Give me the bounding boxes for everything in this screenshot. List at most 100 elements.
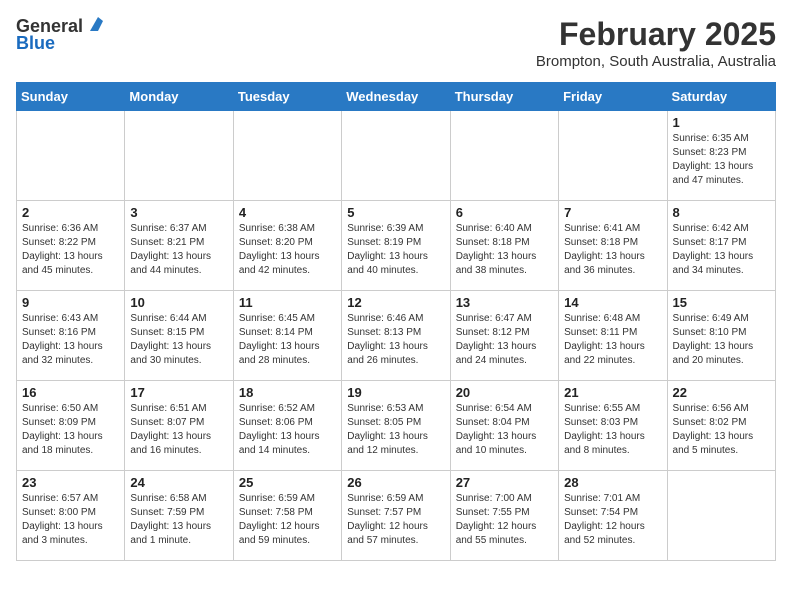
table-row: 24Sunrise: 6:58 AM Sunset: 7:59 PM Dayli… — [125, 471, 233, 561]
day-number: 20 — [456, 385, 553, 400]
table-row: 1 Sunrise: 6:35 AM Sunset: 8:23 PM Daylig… — [667, 111, 775, 201]
day-number: 6 — [456, 205, 553, 220]
day-info: Sunrise: 7:01 AM Sunset: 7:54 PM Dayligh… — [564, 492, 661, 548]
day-number: 27 — [456, 475, 553, 490]
calendar-week-row: 16 Sunrise: 6:50 AM Sunset: 8:09 PM Dayli… — [17, 381, 776, 471]
day-number: 10 — [130, 295, 227, 310]
day-info: Sunrise: 6:37 AM Sunset: 8:21 PM Dayligh… — [130, 222, 227, 278]
table-row: 6 Sunrise: 6:40 AM Sunset: 8:18 PM Daylig… — [450, 201, 558, 291]
table-row — [17, 111, 125, 201]
table-row — [342, 111, 450, 201]
day-number: 21 — [564, 385, 661, 400]
day-number: 25 — [239, 475, 336, 490]
table-row: 2 Sunrise: 6:36 AM Sunset: 8:22 PM Daylig… — [17, 201, 125, 291]
col-thursday: Thursday — [450, 83, 558, 111]
logo: General Blue — [16, 16, 103, 54]
day-number: 17 — [130, 385, 227, 400]
table-row: 15 Sunrise: 6:49 AM Sunset: 8:10 PM Dayli… — [667, 291, 775, 381]
table-row: 16 Sunrise: 6:50 AM Sunset: 8:09 PM Dayli… — [17, 381, 125, 471]
table-row: 19Sunrise: 6:53 AM Sunset: 8:05 PM Dayli… — [342, 381, 450, 471]
table-row: 12Sunrise: 6:46 AM Sunset: 8:13 PM Dayli… — [342, 291, 450, 381]
month-title: February 2025 — [536, 16, 776, 53]
day-number: 8 — [673, 205, 770, 220]
col-sunday: Sunday — [17, 83, 125, 111]
day-info: Sunrise: 6:59 AM Sunset: 7:57 PM Dayligh… — [347, 492, 444, 548]
table-row: 18 Sunrise: 6:52 AM Sunset: 8:06 PM Dayli… — [233, 381, 341, 471]
table-row: 5 Sunrise: 6:39 AM Sunset: 8:19 PM Daylig… — [342, 201, 450, 291]
day-number: 16 — [22, 385, 119, 400]
day-number: 9 — [22, 295, 119, 310]
table-row: 28 Sunrise: 7:01 AM Sunset: 7:54 PM Dayli… — [559, 471, 667, 561]
day-info: Sunrise: 6:57 AM Sunset: 8:00 PM Dayligh… — [22, 492, 119, 548]
day-info: Sunrise: 6:47 AM Sunset: 8:12 PM Dayligh… — [456, 312, 553, 368]
day-info: Sunrise: 6:45 AM Sunset: 8:14 PM Dayligh… — [239, 312, 336, 368]
table-row: 7 Sunrise: 6:41 AM Sunset: 8:18 PM Daylig… — [559, 201, 667, 291]
calendar-week-row: 9Sunrise: 6:43 AM Sunset: 8:16 PM Daylig… — [17, 291, 776, 381]
table-row: 11 Sunrise: 6:45 AM Sunset: 8:14 PM Dayli… — [233, 291, 341, 381]
day-info: Sunrise: 7:00 AM Sunset: 7:55 PM Dayligh… — [456, 492, 553, 548]
table-row: 25 Sunrise: 6:59 AM Sunset: 7:58 PM Dayli… — [233, 471, 341, 561]
col-friday: Friday — [559, 83, 667, 111]
table-row: 8 Sunrise: 6:42 AM Sunset: 8:17 PM Daylig… — [667, 201, 775, 291]
table-row: 27 Sunrise: 7:00 AM Sunset: 7:55 PM Dayli… — [450, 471, 558, 561]
day-info: Sunrise: 6:54 AM Sunset: 8:04 PM Dayligh… — [456, 402, 553, 458]
table-row: 3 Sunrise: 6:37 AM Sunset: 8:21 PM Daylig… — [125, 201, 233, 291]
day-number: 28 — [564, 475, 661, 490]
table-row: 9Sunrise: 6:43 AM Sunset: 8:16 PM Daylig… — [17, 291, 125, 381]
day-info: Sunrise: 6:59 AM Sunset: 7:58 PM Dayligh… — [239, 492, 336, 548]
calendar-week-row: 1 Sunrise: 6:35 AM Sunset: 8:23 PM Daylig… — [17, 111, 776, 201]
day-number: 12 — [347, 295, 444, 310]
day-number: 1 — [673, 115, 770, 130]
day-number: 11 — [239, 295, 336, 310]
day-info: Sunrise: 6:40 AM Sunset: 8:18 PM Dayligh… — [456, 222, 553, 278]
day-number: 7 — [564, 205, 661, 220]
col-monday: Monday — [125, 83, 233, 111]
table-row — [233, 111, 341, 201]
day-info: Sunrise: 6:52 AM Sunset: 8:06 PM Dayligh… — [239, 402, 336, 458]
day-info: Sunrise: 6:56 AM Sunset: 8:02 PM Dayligh… — [673, 402, 770, 458]
day-info: Sunrise: 6:55 AM Sunset: 8:03 PM Dayligh… — [564, 402, 661, 458]
day-info: Sunrise: 6:50 AM Sunset: 8:09 PM Dayligh… — [22, 402, 119, 458]
day-number: 15 — [673, 295, 770, 310]
logo-triangle-icon — [85, 17, 103, 33]
logo-blue: Blue — [16, 33, 55, 54]
table-row: 4Sunrise: 6:38 AM Sunset: 8:20 PM Daylig… — [233, 201, 341, 291]
table-row — [667, 471, 775, 561]
col-wednesday: Wednesday — [342, 83, 450, 111]
table-row — [559, 111, 667, 201]
day-number: 3 — [130, 205, 227, 220]
day-info: Sunrise: 6:49 AM Sunset: 8:10 PM Dayligh… — [673, 312, 770, 368]
day-info: Sunrise: 6:38 AM Sunset: 8:20 PM Dayligh… — [239, 222, 336, 278]
day-info: Sunrise: 6:58 AM Sunset: 7:59 PM Dayligh… — [130, 492, 227, 548]
day-number: 22 — [673, 385, 770, 400]
table-row: 20 Sunrise: 6:54 AM Sunset: 8:04 PM Dayli… — [450, 381, 558, 471]
table-row: 17 Sunrise: 6:51 AM Sunset: 8:07 PM Dayli… — [125, 381, 233, 471]
day-number: 14 — [564, 295, 661, 310]
day-number: 5 — [347, 205, 444, 220]
page-header: General Blue February 2025 Brompton, Sou… — [16, 16, 776, 70]
table-row: 13 Sunrise: 6:47 AM Sunset: 8:12 PM Dayli… — [450, 291, 558, 381]
day-info: Sunrise: 6:51 AM Sunset: 8:07 PM Dayligh… — [130, 402, 227, 458]
day-number: 13 — [456, 295, 553, 310]
day-info: Sunrise: 6:39 AM Sunset: 8:19 PM Dayligh… — [347, 222, 444, 278]
day-info: Sunrise: 6:36 AM Sunset: 8:22 PM Dayligh… — [22, 222, 119, 278]
table-row: 23 Sunrise: 6:57 AM Sunset: 8:00 PM Dayli… — [17, 471, 125, 561]
title-block: February 2025 Brompton, South Australia,… — [536, 16, 776, 70]
day-info: Sunrise: 6:48 AM Sunset: 8:11 PM Dayligh… — [564, 312, 661, 368]
calendar-table: Sunday Monday Tuesday Wednesday Thursday… — [16, 82, 776, 561]
table-row: 10Sunrise: 6:44 AM Sunset: 8:15 PM Dayli… — [125, 291, 233, 381]
calendar-week-row: 2 Sunrise: 6:36 AM Sunset: 8:22 PM Daylig… — [17, 201, 776, 291]
day-number: 19 — [347, 385, 444, 400]
day-info: Sunrise: 6:35 AM Sunset: 8:23 PM Dayligh… — [673, 132, 770, 188]
day-info: Sunrise: 6:42 AM Sunset: 8:17 PM Dayligh… — [673, 222, 770, 278]
table-row: 14 Sunrise: 6:48 AM Sunset: 8:11 PM Dayli… — [559, 291, 667, 381]
location-title: Brompton, South Australia, Australia — [536, 53, 776, 70]
table-row: 21 Sunrise: 6:55 AM Sunset: 8:03 PM Dayli… — [559, 381, 667, 471]
day-number: 23 — [22, 475, 119, 490]
day-number: 26 — [347, 475, 444, 490]
day-number: 18 — [239, 385, 336, 400]
day-number: 2 — [22, 205, 119, 220]
day-info: Sunrise: 6:41 AM Sunset: 8:18 PM Dayligh… — [564, 222, 661, 278]
calendar-week-row: 23 Sunrise: 6:57 AM Sunset: 8:00 PM Dayli… — [17, 471, 776, 561]
table-row: 26 Sunrise: 6:59 AM Sunset: 7:57 PM Dayli… — [342, 471, 450, 561]
